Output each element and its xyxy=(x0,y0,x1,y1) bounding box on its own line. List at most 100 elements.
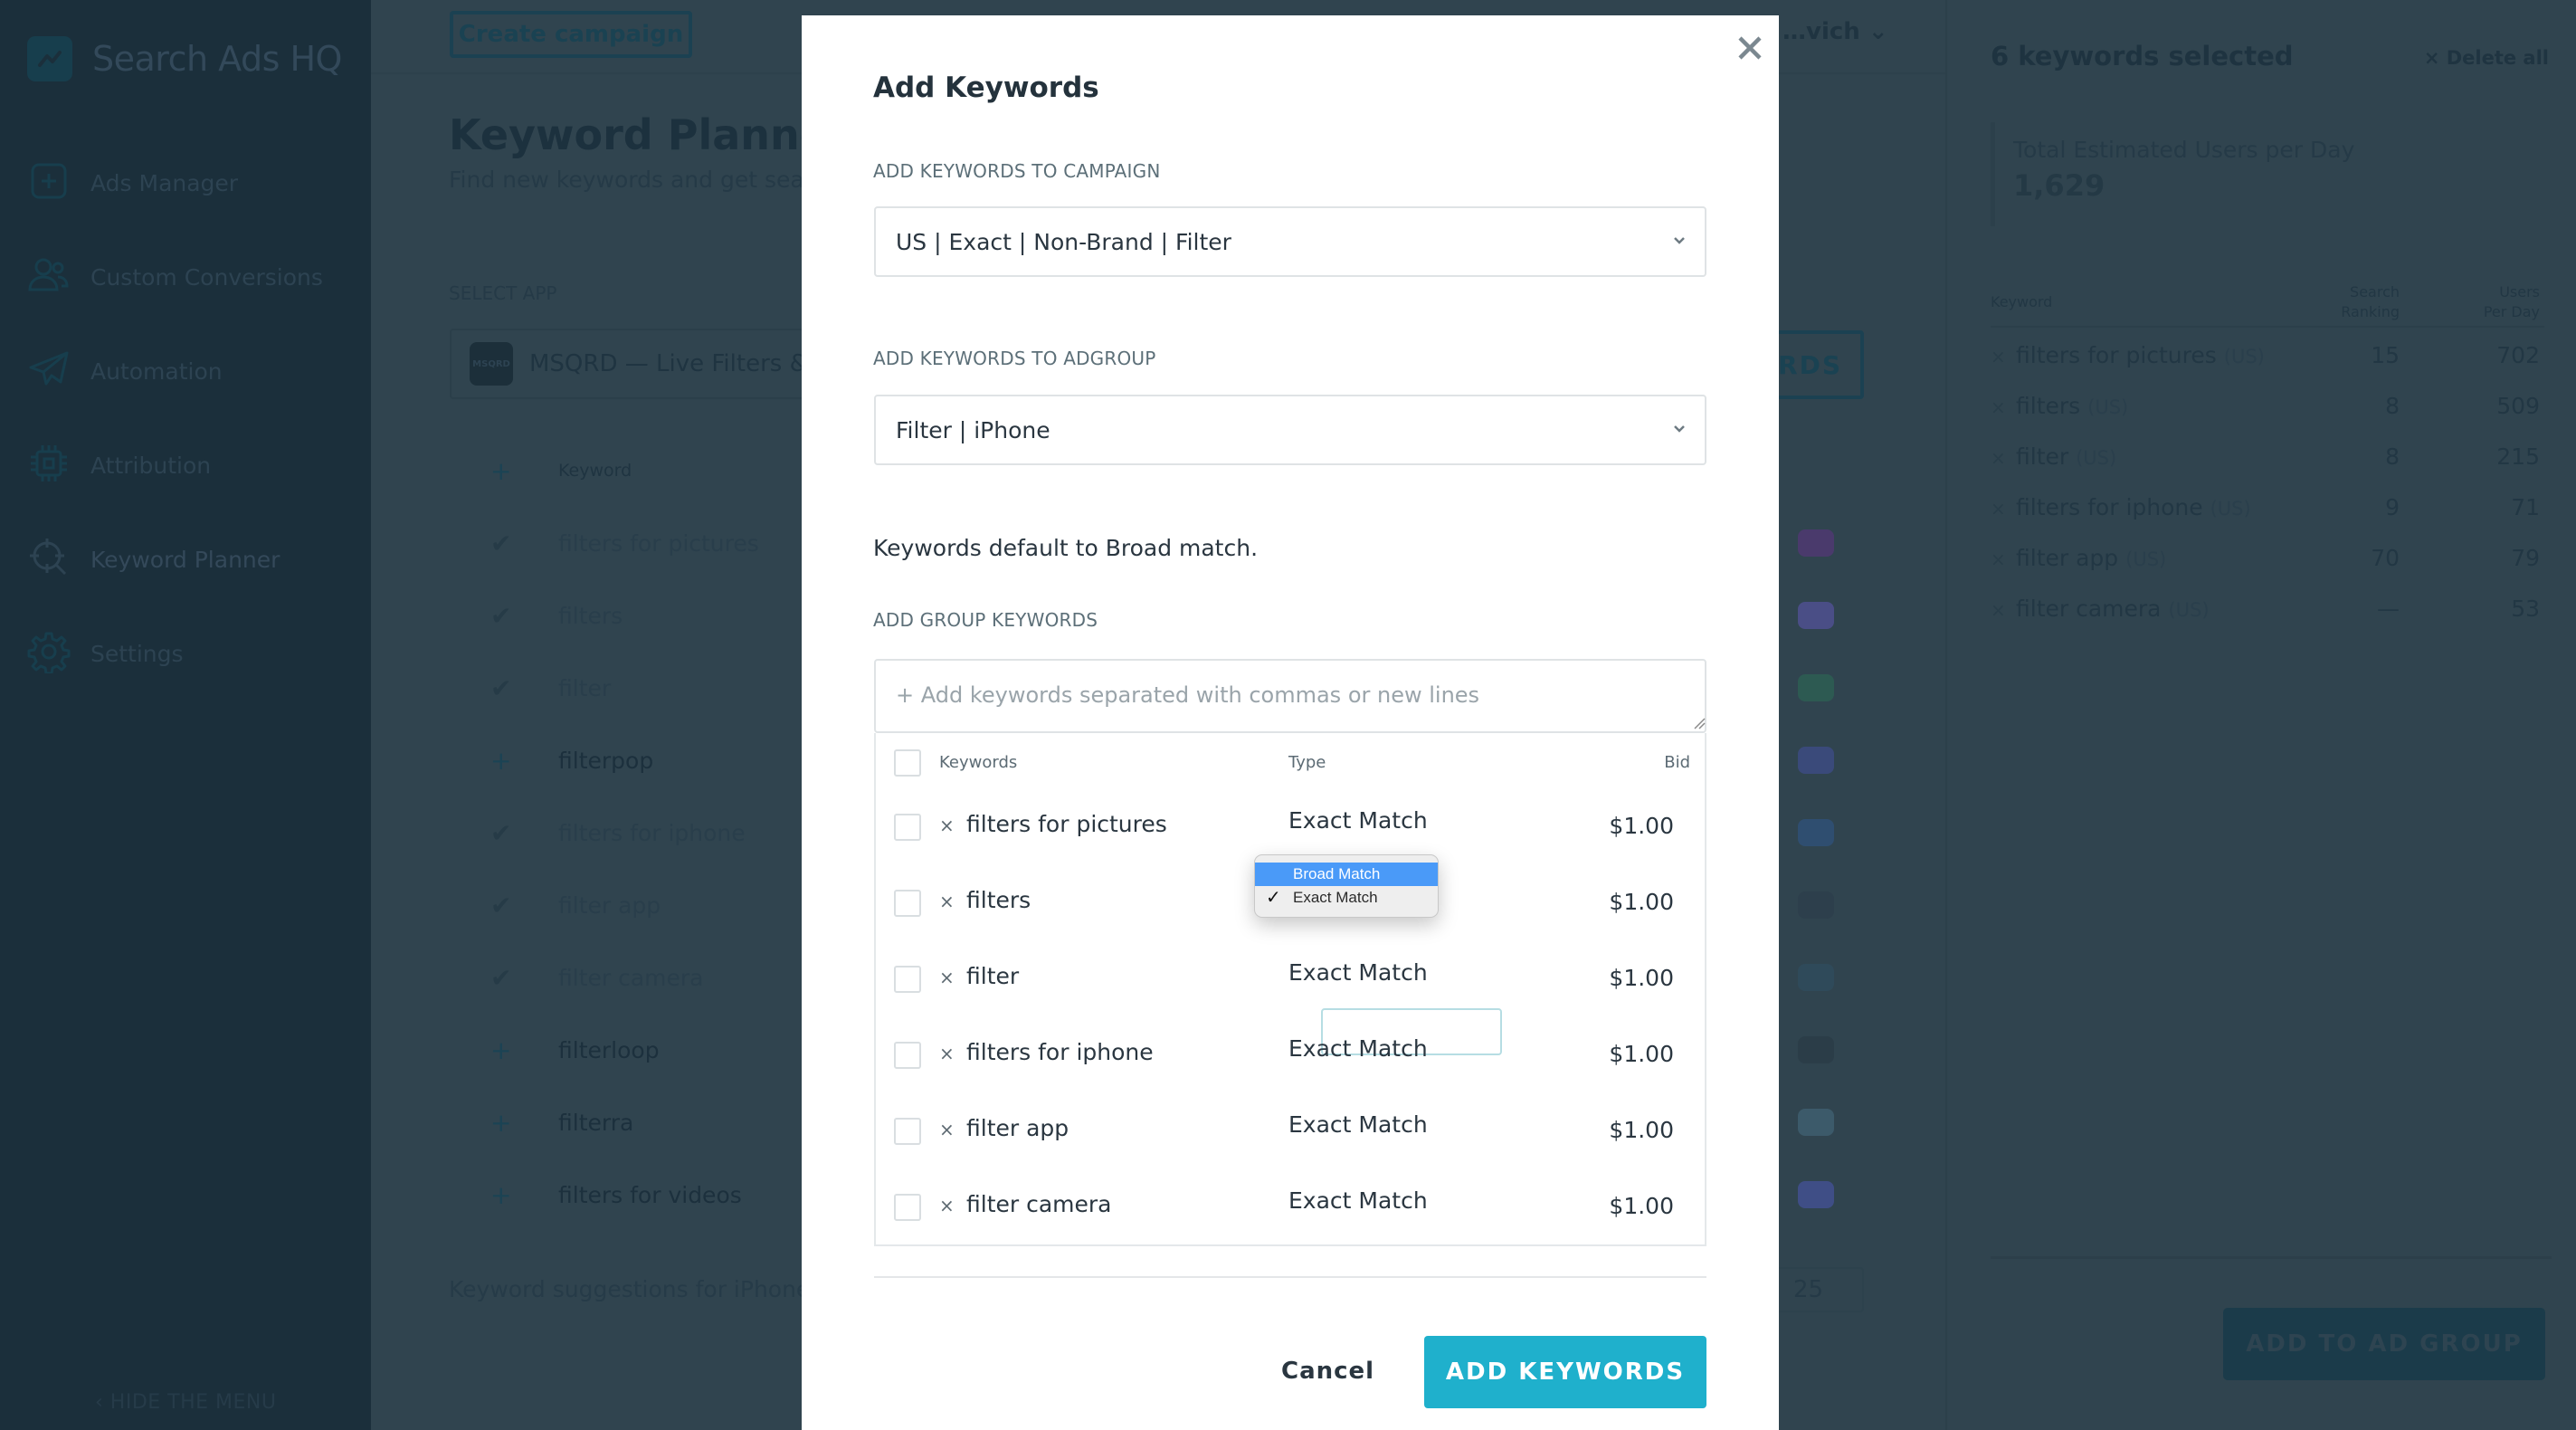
remove-icon[interactable]: × xyxy=(1991,447,2006,469)
sidebar-item-settings[interactable]: Settings xyxy=(27,606,323,701)
campaign-select-value: US | Exact | Non-Brand | Filter xyxy=(896,228,1231,255)
match-type-select[interactable]: Exact Match xyxy=(1288,807,1428,834)
search-ranking: 15 xyxy=(2371,342,2400,368)
match-type-select[interactable]: Exact Match xyxy=(1288,1111,1428,1138)
bid-value[interactable]: $1.00 xyxy=(1609,1193,1674,1219)
remove-icon[interactable]: × xyxy=(1991,396,2006,418)
add-to-ad-group-button[interactable]: ADD TO AD GROUP xyxy=(2223,1308,2545,1380)
sidebar-item-label: Ads Manager xyxy=(90,169,239,196)
suggestions-footer: Keyword suggestions for iPhone p xyxy=(449,1276,832,1302)
resize-handle-icon[interactable] xyxy=(1693,717,1706,729)
sidebar: Search Ads HQ Ads Manager Custom Convers… xyxy=(0,0,371,1430)
check-icon[interactable]: ✔ xyxy=(450,601,558,631)
row-checkbox[interactable] xyxy=(894,890,921,917)
bid-value[interactable]: $1.00 xyxy=(1609,1117,1674,1143)
sidebar-item-keyword-planner[interactable]: Keyword Planner xyxy=(27,512,323,606)
hide-menu-link[interactable]: ‹ HIDE THE MENU xyxy=(95,1391,276,1414)
keyword-text: filter camera (US) xyxy=(2016,596,2210,622)
close-icon[interactable] xyxy=(1732,30,1768,66)
option-broad-match[interactable]: Broad Match xyxy=(1255,863,1438,886)
check-icon[interactable]: ✔ xyxy=(450,963,558,993)
keyword-text: filters for videos xyxy=(558,1181,742,1208)
row-checkbox[interactable] xyxy=(894,814,921,841)
add-keywords-modal: Add Keywords ADD KEYWORDS TO CAMPAIGN US… xyxy=(802,15,1779,1430)
users-icon xyxy=(27,253,71,300)
bid-value[interactable]: $1.00 xyxy=(1609,813,1674,839)
create-campaign-button[interactable]: Create campaign xyxy=(450,11,692,58)
add-all-icon[interactable]: + xyxy=(450,456,558,486)
header-line: Users xyxy=(2499,283,2540,300)
keyword-text: filters for pictures (US) xyxy=(2016,342,2265,368)
selected-keyword-row: × filter camera (US) — 53 xyxy=(1991,586,2544,637)
users-per-day: 71 xyxy=(2511,494,2540,520)
bid-value[interactable]: $1.00 xyxy=(1609,965,1674,991)
keyword: filter camera xyxy=(2016,596,2162,622)
brand[interactable]: Search Ads HQ xyxy=(27,36,342,81)
add-icon[interactable]: + xyxy=(450,1180,558,1210)
keywords-input[interactable] xyxy=(874,659,1706,733)
remove-icon[interactable]: × xyxy=(939,891,955,912)
campaign-select[interactable]: US | Exact | Non-Brand | Filter xyxy=(874,206,1706,277)
check-icon[interactable]: ✔ xyxy=(450,891,558,920)
remove-icon[interactable]: × xyxy=(1991,599,2006,621)
keyword-text: filter app xyxy=(966,1115,1069,1141)
row-checkbox[interactable] xyxy=(894,1042,921,1069)
app-thumbnail xyxy=(1798,674,1834,701)
remove-icon[interactable]: × xyxy=(1991,498,2006,520)
header-line: Search xyxy=(2350,283,2400,300)
remove-icon[interactable]: × xyxy=(939,1043,955,1064)
selected-keywords-panel: 6 keywords selected × Delete all Total E… xyxy=(1945,0,2576,1430)
match-type-select[interactable]: Exact Match xyxy=(1288,1187,1428,1214)
keywords-table: Keywords Type Bid × filters for pictures E… xyxy=(874,733,1706,1246)
column-header-search-ranking: Search Ranking xyxy=(2341,282,2400,322)
adgroup-select[interactable]: Filter | iPhone xyxy=(874,395,1706,465)
per-page-select[interactable]: 25 xyxy=(1773,1267,1864,1312)
delete-all-button[interactable]: × Delete all xyxy=(2424,47,2549,69)
selected-keyword-row: × filters (US) 8 509 xyxy=(1991,384,2544,434)
keyword: filter app xyxy=(2016,545,2119,571)
remove-icon[interactable]: × xyxy=(939,815,955,836)
add-keywords-button[interactable]: ADD KEYWORDS xyxy=(1424,1336,1706,1408)
add-icon[interactable]: + xyxy=(450,1035,558,1065)
add-icon[interactable]: + xyxy=(450,746,558,776)
select-all-checkbox[interactable] xyxy=(894,749,921,777)
cancel-button[interactable]: Cancel xyxy=(1281,1358,1374,1385)
logo-icon xyxy=(27,36,72,81)
keyword-text: filters for iphone (US) xyxy=(2016,494,2251,520)
row-checkbox[interactable] xyxy=(894,1118,921,1145)
remove-icon[interactable]: × xyxy=(1991,548,2006,570)
app-icon: MSQRD xyxy=(470,342,513,386)
plus-square-icon xyxy=(27,159,71,206)
gear-icon xyxy=(27,630,71,677)
chevron-down-icon xyxy=(1674,425,1685,433)
keyword-text: filterra xyxy=(558,1109,634,1136)
divider xyxy=(1991,1256,2552,1259)
selected-table-header: Keyword Search Ranking Users Per Day xyxy=(1991,282,2544,328)
match-type-select[interactable]: Exact Match xyxy=(1288,1035,1428,1062)
bid-value[interactable]: $1.00 xyxy=(1609,889,1674,915)
option-exact-match[interactable]: ✓ Exact Match xyxy=(1255,886,1438,910)
match-type-select[interactable]: Exact Match xyxy=(1288,959,1428,986)
selected-keyword-row: × filter (US) 8 215 xyxy=(1991,434,2544,485)
check-icon[interactable]: ✔ xyxy=(450,529,558,558)
sidebar-item-ads-manager[interactable]: Ads Manager xyxy=(27,136,323,230)
select-app-label: SELECT APP xyxy=(449,282,557,304)
users-per-day: 702 xyxy=(2496,342,2540,368)
row-checkbox[interactable] xyxy=(894,1194,921,1221)
bid-value[interactable]: $1.00 xyxy=(1609,1041,1674,1067)
add-icon[interactable]: + xyxy=(450,1108,558,1138)
user-menu[interactable]: …vich ⌄ xyxy=(1782,18,1888,45)
remove-icon[interactable]: × xyxy=(939,1195,955,1216)
sidebar-item-label: Automation xyxy=(90,358,223,385)
check-icon[interactable]: ✔ xyxy=(450,673,558,703)
remove-icon[interactable]: × xyxy=(939,967,955,988)
remove-icon[interactable]: × xyxy=(1991,346,2006,367)
sidebar-item-custom-conversions[interactable]: Custom Conversions xyxy=(27,230,323,324)
sidebar-item-label: Keyword Planner xyxy=(90,546,280,573)
keyword-text: filter xyxy=(558,674,612,701)
sidebar-item-attribution[interactable]: Attribution xyxy=(27,418,323,512)
remove-icon[interactable]: × xyxy=(939,1119,955,1140)
row-checkbox[interactable] xyxy=(894,966,921,993)
check-icon[interactable]: ✔ xyxy=(450,818,558,848)
sidebar-item-automation[interactable]: Automation xyxy=(27,324,323,418)
